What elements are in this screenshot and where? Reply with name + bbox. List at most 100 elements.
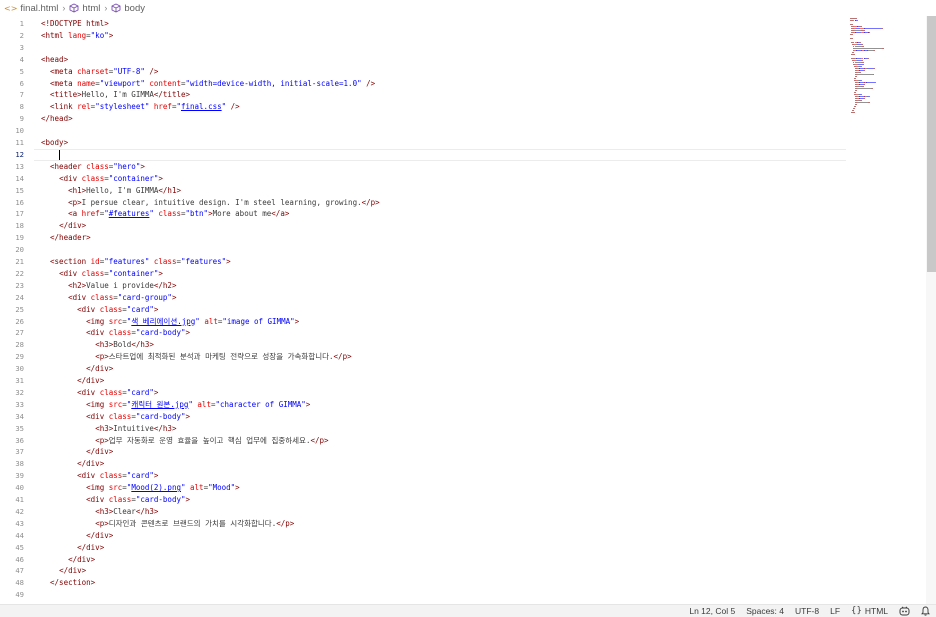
code-line[interactable]: 45 </div>	[0, 542, 846, 554]
code-line[interactable]: 9 </head>	[0, 113, 846, 125]
minimap-mark	[856, 88, 872, 89]
code-line[interactable]: 38 </div>	[0, 458, 846, 470]
token-tag: <h3>	[95, 423, 114, 433]
breadcrumb-html[interactable]: html	[69, 3, 100, 14]
line-number: 26	[15, 316, 24, 326]
code-text: <div class="card">	[41, 304, 158, 316]
token-tag: >	[140, 161, 145, 171]
code-line[interactable]: 10	[0, 125, 846, 137]
code-line[interactable]: 26 <img src="색 베리에이션.jpg" alt="image of …	[0, 316, 846, 328]
minimap-mark	[861, 46, 864, 47]
code-line[interactable]: 32 <div class="card">	[0, 387, 846, 399]
code-line[interactable]: 42 <h3>Clear</h3>	[0, 506, 846, 518]
line-number: 42	[15, 506, 24, 516]
code-line[interactable]: 28 <h3>Bold</h3>	[0, 339, 846, 351]
code-line[interactable]: 33 <img src="캐릭터 원본.jpg" alt="character …	[0, 399, 846, 411]
code-line[interactable]: 34 <div class="card-body">	[0, 411, 846, 423]
line-number: 2	[19, 30, 24, 40]
code-line[interactable]: 18 </div>	[0, 220, 846, 232]
code-line[interactable]: 17 <a href="#features" class="btn">More …	[0, 208, 846, 220]
code-line[interactable]: 2 <html lang="ko">	[0, 30, 846, 42]
code-line[interactable]: 1 <!DOCTYPE html>	[0, 18, 846, 30]
code-line[interactable]: 6 <meta name="viewport" content="width=d…	[0, 78, 846, 90]
code-line[interactable]: 44 </div>	[0, 530, 846, 542]
code-line[interactable]: 25 <div class="card">	[0, 304, 846, 316]
breadcrumb-body[interactable]: body	[111, 3, 145, 14]
code-line[interactable]: 40 <img src="Mood(2).png" alt="Mood">	[0, 482, 846, 494]
code-line[interactable]: 4 <head>	[0, 54, 846, 66]
indentation-setting[interactable]: Spaces: 4	[746, 606, 784, 616]
code-line[interactable]: 14 <div class="container">	[0, 173, 846, 185]
token-txt: 스타트업에 최적화된 분석과 마케팅 전략으로 성장을 가속화합니다.	[108, 352, 334, 362]
token-attr: rel	[77, 102, 91, 112]
code-text: <div class="card">	[41, 387, 158, 399]
cursor-position[interactable]: Ln 12, Col 5	[689, 606, 735, 616]
code-line[interactable]: 16 <p>I persue clear, intuitive design. …	[0, 197, 846, 209]
code-line[interactable]: 41 <div class="card-body">	[0, 494, 846, 506]
code-line[interactable]: 13 <header class="hero">	[0, 161, 846, 173]
code-line[interactable]: 15 <h1>Hello, I'm GIMMA</h1>	[0, 185, 846, 197]
token-val: "card-body"	[135, 495, 186, 504]
breadcrumb-file[interactable]: <> final.html	[4, 3, 58, 14]
code-line[interactable]: 7 <title>Hello, I'm GIMMA</title>	[0, 89, 846, 101]
code-line[interactable]: 46 </div>	[0, 554, 846, 566]
breadcrumb-html-label: html	[82, 2, 101, 14]
code-line[interactable]: 22 <div class="container">	[0, 268, 846, 280]
code-line[interactable]: 20	[0, 244, 846, 256]
code-line[interactable]: 37 </div>	[0, 446, 846, 458]
token-tag: >	[294, 316, 300, 326]
code-line[interactable]: 27 <div class="card-body">	[0, 327, 846, 339]
code-line[interactable]: 21 <section id="features" class="feature…	[0, 256, 846, 268]
minimap-mark	[854, 62, 862, 63]
minimap[interactable]	[846, 16, 926, 604]
code-text: <!DOCTYPE html>	[41, 18, 109, 30]
code-text: </header>	[41, 232, 91, 244]
code-line[interactable]: 8 <link rel="stylesheet" href="final.css…	[0, 101, 846, 113]
minimap-mark	[854, 104, 858, 105]
bell-icon[interactable]	[921, 606, 930, 616]
language-mode[interactable]: {} HTML	[851, 606, 888, 616]
copilot-icon[interactable]	[899, 606, 910, 616]
code-line[interactable]: 35 <h3>Intuitive</h3>	[0, 423, 846, 435]
code-line[interactable]: 29 <p>스타트업에 최적화된 분석과 마케팅 전략으로 성장을 가속화합니다…	[0, 351, 846, 363]
code-line[interactable]: 19 </header>	[0, 232, 846, 244]
status-bar: Ln 12, Col 5 Spaces: 4 UTF-8 LF {} HTML	[0, 604, 936, 617]
code-line[interactable]: 5 <meta charset="UTF-8" />	[0, 66, 846, 78]
code-line[interactable]: 31 </div>	[0, 375, 846, 387]
line-number: 8	[19, 102, 24, 112]
code-line[interactable]: 39 <div class="card">	[0, 470, 846, 482]
token-tag: <body>	[41, 138, 69, 147]
scrollbar-thumb[interactable]	[927, 16, 936, 272]
eol-setting[interactable]: LF	[830, 606, 840, 616]
code-line[interactable]: 43 <p>디자인과 콘텐츠로 브랜드의 가치를 시각화합니다.</p>	[0, 518, 846, 530]
code-line[interactable]: 3	[0, 42, 846, 54]
code-line[interactable]: 23 <h2>Value i provide</h2>	[0, 280, 846, 292]
code-line[interactable]: 36 <p>업무 자동화로 운영 효율을 높이고 핵심 업무에 집중하세요.</…	[0, 435, 846, 447]
code-editor[interactable]: 1 <!DOCTYPE html> 2 <html lang="ko"> 3 4 <head…	[0, 16, 846, 604]
line-number: 1	[19, 19, 24, 28]
token-tag: >	[235, 483, 240, 493]
code-text: <link rel="stylesheet" href="final.css" …	[41, 101, 240, 113]
code-line-current[interactable]: 12	[0, 148, 846, 161]
code-line[interactable]: 48 </section>	[0, 577, 846, 589]
code-line[interactable]: 30 </div>	[0, 363, 846, 375]
code-text: <html lang="ko">	[41, 30, 113, 42]
encoding-setting[interactable]: UTF-8	[795, 606, 819, 616]
code-text: </div>	[41, 375, 104, 387]
code-line[interactable]: 47 </div>	[0, 565, 846, 577]
token-tag: <meta	[50, 66, 78, 76]
line-number: 19	[15, 233, 24, 243]
minimap-mark	[868, 32, 870, 33]
code-line[interactable]: 11 <body>	[0, 137, 846, 149]
code-line[interactable]: 49	[0, 589, 846, 601]
code-line[interactable]: 24 <div class="card-group">	[0, 292, 846, 304]
code-text: <header class="hero">	[41, 161, 145, 173]
